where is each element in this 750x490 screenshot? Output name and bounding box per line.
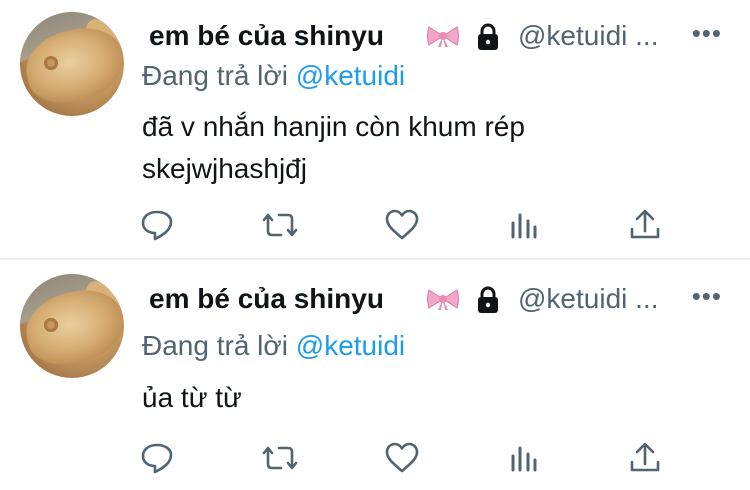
tweet-text-line: đã v nhắn hanjin còn khum rép: [142, 111, 525, 142]
analytics-icon: [511, 446, 537, 472]
like-icon: [385, 442, 419, 473]
share-icon: [630, 209, 660, 239]
reply-button[interactable]: [139, 207, 175, 243]
author-handle[interactable]: @ketuidi ...: [518, 283, 658, 315]
analytics-button[interactable]: [506, 207, 542, 243]
share-icon: [630, 442, 660, 472]
author-handle[interactable]: @ketuidi ...: [518, 20, 658, 52]
more-options-button[interactable]: •••: [692, 281, 722, 312]
analytics-button[interactable]: [506, 440, 542, 476]
share-button[interactable]: [627, 207, 663, 243]
replying-to: Đang trả lời @ketuidi: [142, 330, 405, 362]
reply-button[interactable]: [139, 440, 175, 476]
like-button[interactable]: [384, 207, 420, 243]
like-icon: [385, 209, 419, 240]
tweet-text: ủa từ từ: [142, 377, 242, 419]
retweet-icon: [262, 213, 298, 237]
author-name[interactable]: em bé của shinyu: [149, 283, 384, 315]
bow-icon: [426, 25, 460, 47]
tweet-text-line: ủa từ từ: [142, 382, 242, 413]
retweet-button[interactable]: [262, 440, 298, 476]
retweet-button[interactable]: [262, 207, 298, 243]
reply-prefix: Đang trả lời: [142, 330, 288, 361]
tweet-actions: [0, 207, 750, 247]
tweet-actions: [0, 440, 750, 480]
tweet-header: em bé của shinyu @ketuidi ... •••: [142, 279, 742, 319]
author-name[interactable]: em bé của shinyu: [149, 20, 384, 52]
reply-mention-link[interactable]: @ketuidi: [296, 330, 405, 361]
tweet[interactable]: em bé của shinyu @ketuidi ... ••• Đang t…: [0, 0, 750, 258]
reply-icon: [141, 210, 173, 241]
like-button[interactable]: [384, 440, 420, 476]
analytics-icon: [511, 213, 537, 239]
tweet[interactable]: em bé của shinyu @ketuidi ... ••• Đang t…: [0, 260, 750, 490]
tweet-text: đã v nhắn hanjin còn khum rép skejwjhash…: [142, 106, 525, 190]
retweet-icon: [262, 446, 298, 470]
reply-prefix: Đang trả lời: [142, 60, 288, 91]
reply-icon: [141, 443, 173, 474]
lock-icon: [473, 285, 503, 315]
tweet-header: em bé của shinyu @ketuidi ... •••: [142, 16, 742, 56]
share-button[interactable]: [627, 440, 663, 476]
lock-icon: [473, 22, 503, 52]
more-options-button[interactable]: •••: [692, 18, 722, 49]
bow-icon: [426, 288, 460, 310]
replying-to: Đang trả lời @ketuidi: [142, 60, 405, 92]
avatar[interactable]: [20, 274, 124, 378]
reply-mention-link[interactable]: @ketuidi: [296, 60, 405, 91]
tweet-text-line: skejwjhashjđj: [142, 153, 307, 184]
avatar[interactable]: [20, 12, 124, 116]
